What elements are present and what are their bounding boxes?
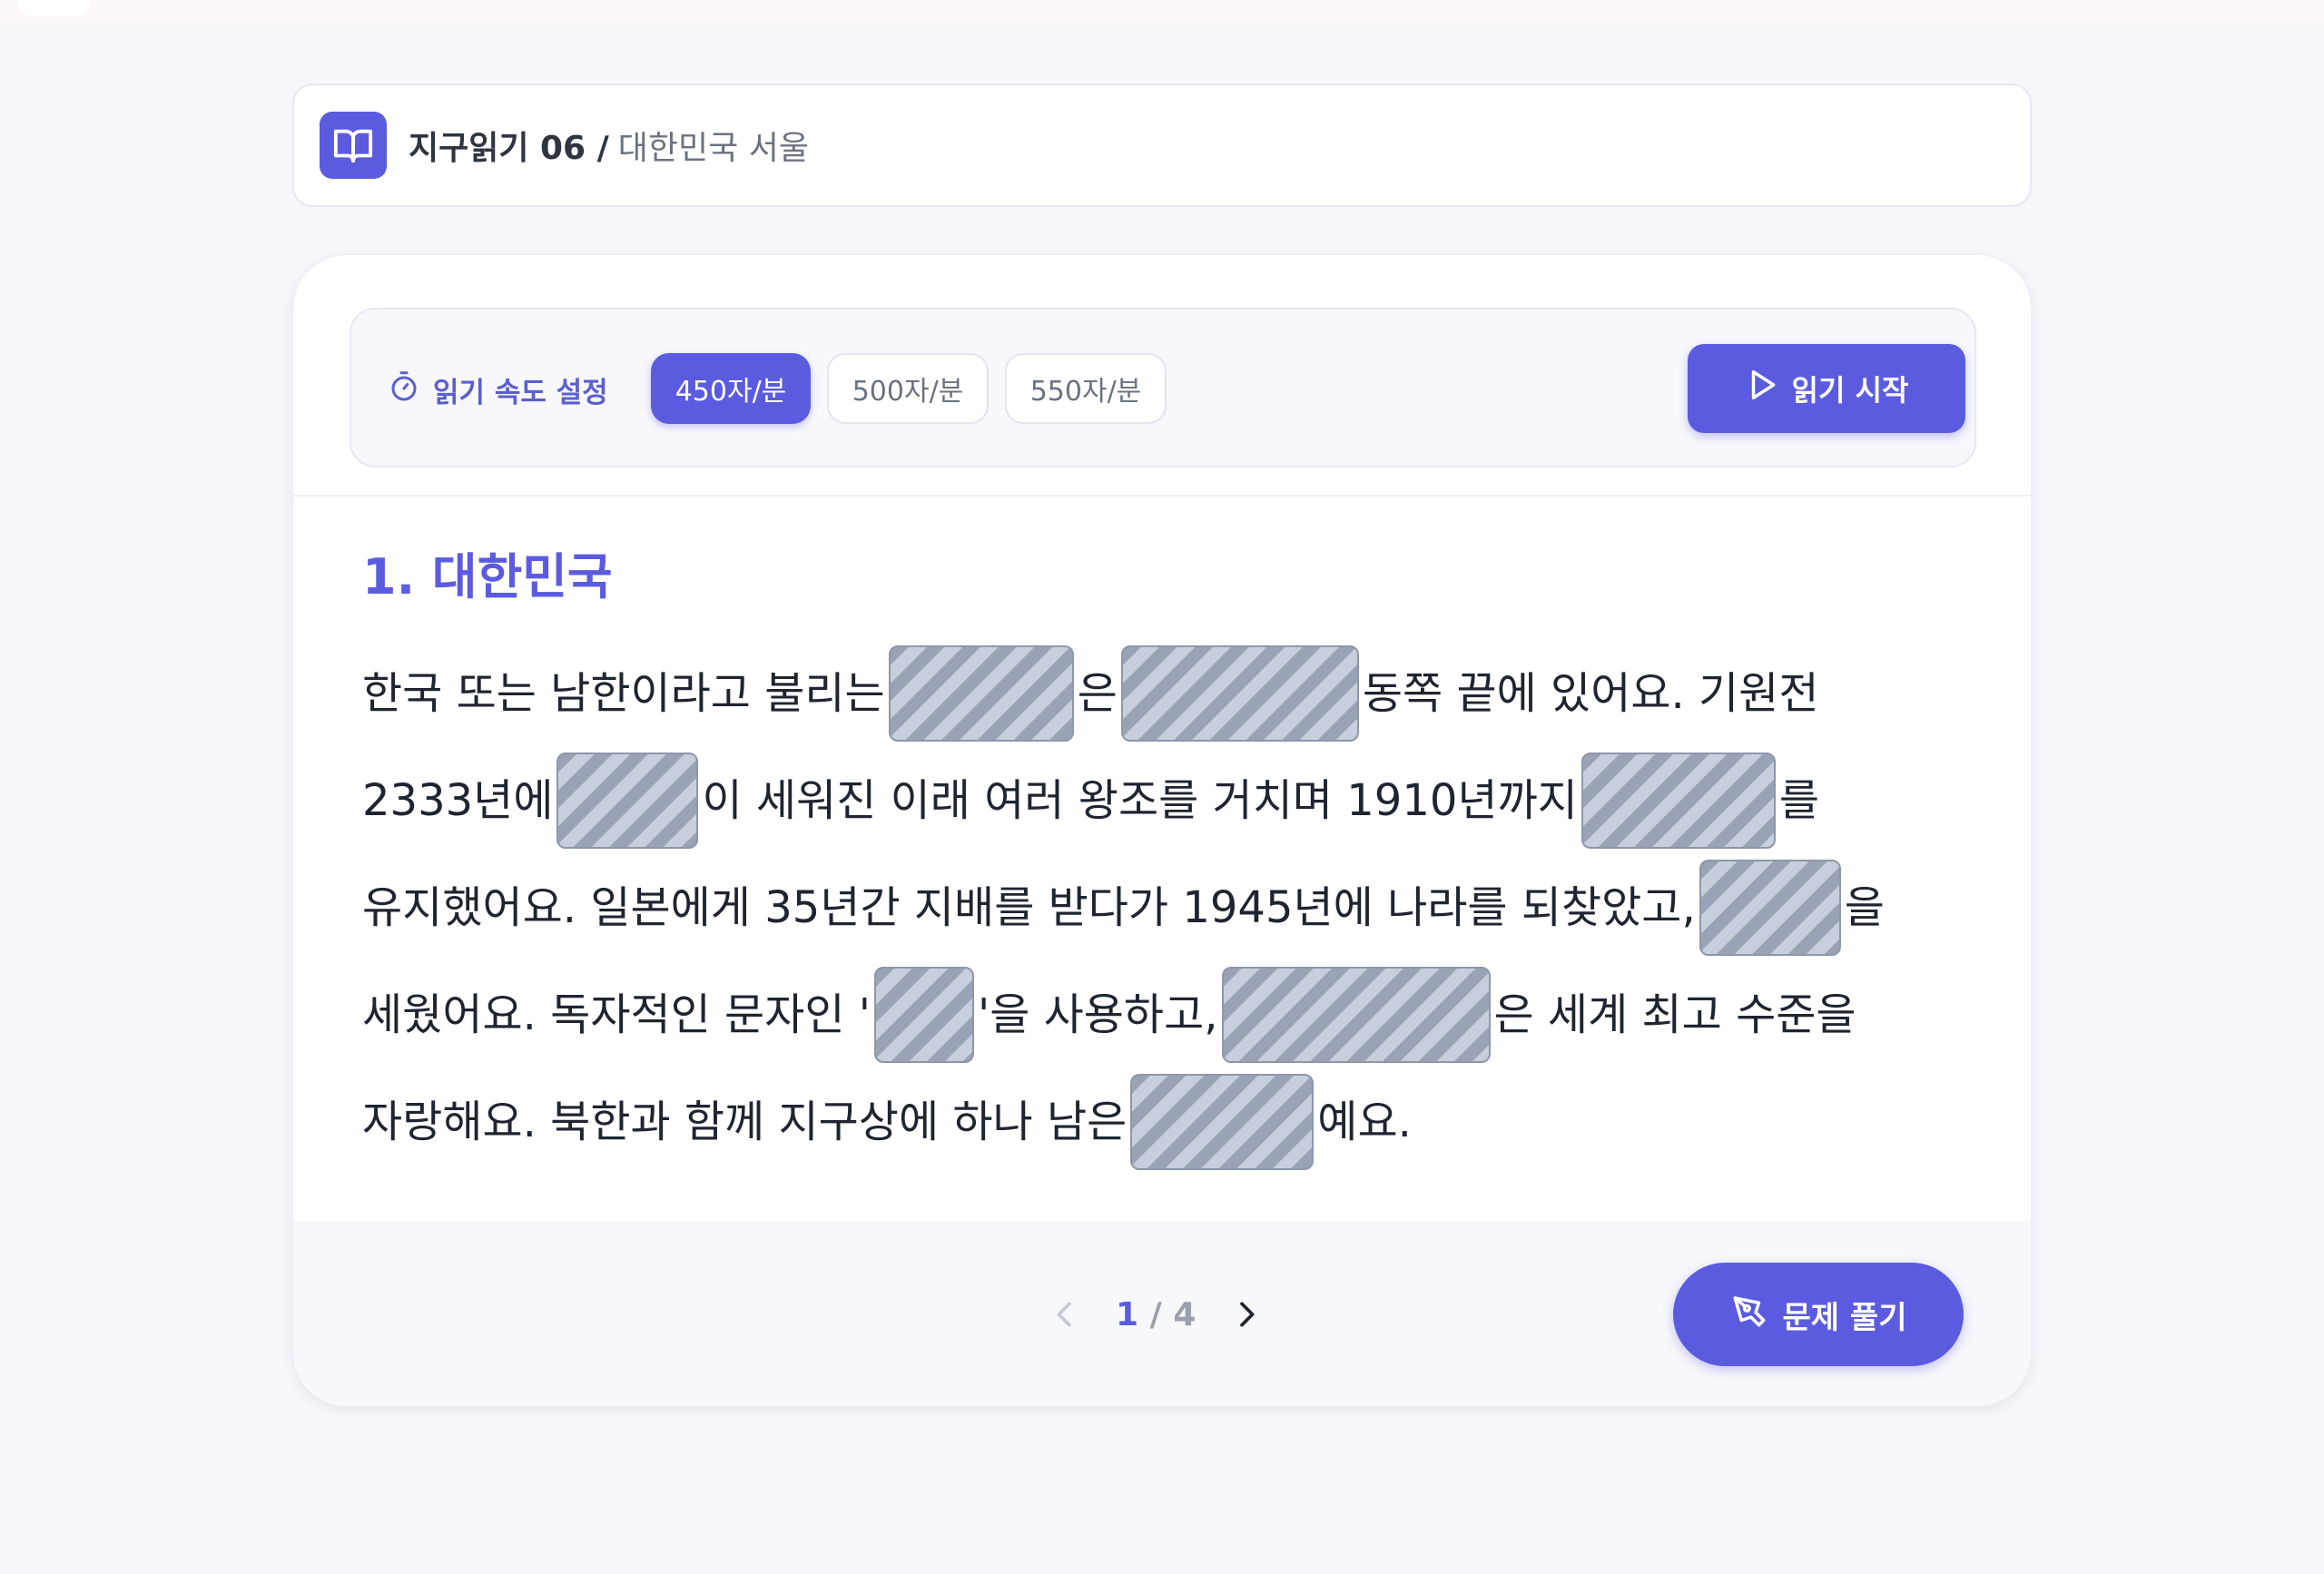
start-reading-button[interactable]: 읽기 시작 bbox=[1688, 344, 1965, 433]
divider bbox=[293, 495, 2031, 497]
speed-label: 읽기 속도 설정 bbox=[388, 310, 608, 469]
pagination: 1 / 4 bbox=[1047, 1221, 1265, 1406]
passage-text: 자랑해요. 북한과 함께 지구상에 하나 남은 bbox=[362, 1097, 1128, 1147]
passage-line: 세웠어요. 독자적인 문자인 ' '을 사용하고, 은 세계 최고 수준을 bbox=[362, 961, 1978, 1068]
speed-option-550[interactable]: 550자/분 bbox=[1005, 353, 1167, 424]
passage-text: 이 세워진 이래 여러 왕조를 거치며 1910년까지 bbox=[702, 775, 1578, 826]
header-card: 지구읽기 06 /대한민국 서울 bbox=[292, 84, 2032, 207]
page-separator: / bbox=[1149, 1295, 1162, 1333]
passage-text: 한국 또는 남한이라고 불리는 bbox=[362, 668, 885, 719]
passage-text: 유지했어요. 일본에게 35년간 지배를 받다가 1945년에 나라를 되찾았고… bbox=[362, 882, 1696, 933]
header-subtitle: 대한민국 서울 bbox=[617, 130, 809, 167]
masked-blank[interactable] bbox=[556, 753, 699, 849]
masked-blank[interactable] bbox=[1581, 753, 1776, 849]
page-total: 4 bbox=[1173, 1295, 1196, 1333]
pen-tool-icon bbox=[1730, 1292, 1768, 1338]
passage-line: 한국 또는 남한이라고 불리는 은 동쪽 끝에 있어요. 기원전 bbox=[362, 640, 1978, 747]
masked-blank[interactable] bbox=[874, 967, 974, 1063]
page-indicator: 1 / 4 bbox=[1116, 1296, 1196, 1333]
page-title: 지구읽기 06 /대한민국 서울 bbox=[409, 122, 809, 169]
start-reading-label: 읽기 시작 bbox=[1791, 373, 1909, 408]
open-book-icon bbox=[320, 112, 387, 179]
passage-text: 동쪽 끝에 있어요. 기원전 bbox=[1362, 668, 1819, 719]
speed-option-450[interactable]: 450자/분 bbox=[651, 353, 811, 424]
page-current: 1 bbox=[1116, 1295, 1139, 1333]
passage-text: '을 사용하고, bbox=[978, 989, 1218, 1040]
passage-text: 은 세계 최고 수준을 bbox=[1493, 989, 1856, 1040]
speed-label-text: 읽기 속도 설정 bbox=[433, 376, 608, 409]
chevron-left-icon[interactable] bbox=[1047, 1296, 1083, 1333]
solve-problems-label: 문제 풀기 bbox=[1782, 1299, 1907, 1336]
passage-text: 은 bbox=[1077, 668, 1118, 719]
speed-settings-panel: 읽기 속도 설정 450자/분 500자/분 550자/분 읽기 시작 bbox=[350, 308, 1976, 467]
solve-problems-button[interactable]: 문제 풀기 bbox=[1673, 1263, 1964, 1366]
masked-blank[interactable] bbox=[1221, 967, 1491, 1063]
top-tab bbox=[18, 0, 91, 16]
masked-blank[interactable] bbox=[1699, 860, 1841, 956]
passage-line: 자랑해요. 북한과 함께 지구상에 하나 남은 예요. bbox=[362, 1068, 1978, 1176]
passage-text: 를 bbox=[1778, 775, 1820, 826]
masked-blank[interactable] bbox=[888, 645, 1074, 742]
passage-text: 예요. bbox=[1317, 1097, 1412, 1147]
passage-line: 유지했어요. 일본에게 35년간 지배를 받다가 1945년에 나라를 되찾았고… bbox=[362, 854, 1978, 961]
play-icon bbox=[1745, 368, 1779, 409]
card-footer: 1 / 4 문제 풀기 bbox=[293, 1221, 2031, 1406]
passage-text: 2333년에 bbox=[362, 775, 554, 826]
passage-text: 을 bbox=[1844, 882, 1885, 933]
header-title-text: 지구읽기 06 / bbox=[409, 130, 609, 167]
masked-blank[interactable] bbox=[1130, 1074, 1315, 1170]
masked-blank[interactable] bbox=[1120, 645, 1359, 742]
stopwatch-icon bbox=[388, 369, 420, 409]
passage-text: 세웠어요. 독자적인 문자인 ' bbox=[362, 989, 871, 1040]
speed-option-500[interactable]: 500자/분 bbox=[827, 353, 989, 424]
top-bar bbox=[0, 0, 2324, 26]
reading-card: 읽기 속도 설정 450자/분 500자/분 550자/분 읽기 시작 1. 대… bbox=[292, 254, 2032, 1407]
section-title: 1. 대한민국 bbox=[362, 548, 613, 605]
reading-passage: 한국 또는 남한이라고 불리는 은 동쪽 끝에 있어요. 기원전 2333년에 … bbox=[362, 640, 1978, 1176]
passage-line: 2333년에 이 세워진 이래 여러 왕조를 거치며 1910년까지 를 bbox=[362, 747, 1978, 854]
chevron-right-icon[interactable] bbox=[1228, 1296, 1265, 1333]
